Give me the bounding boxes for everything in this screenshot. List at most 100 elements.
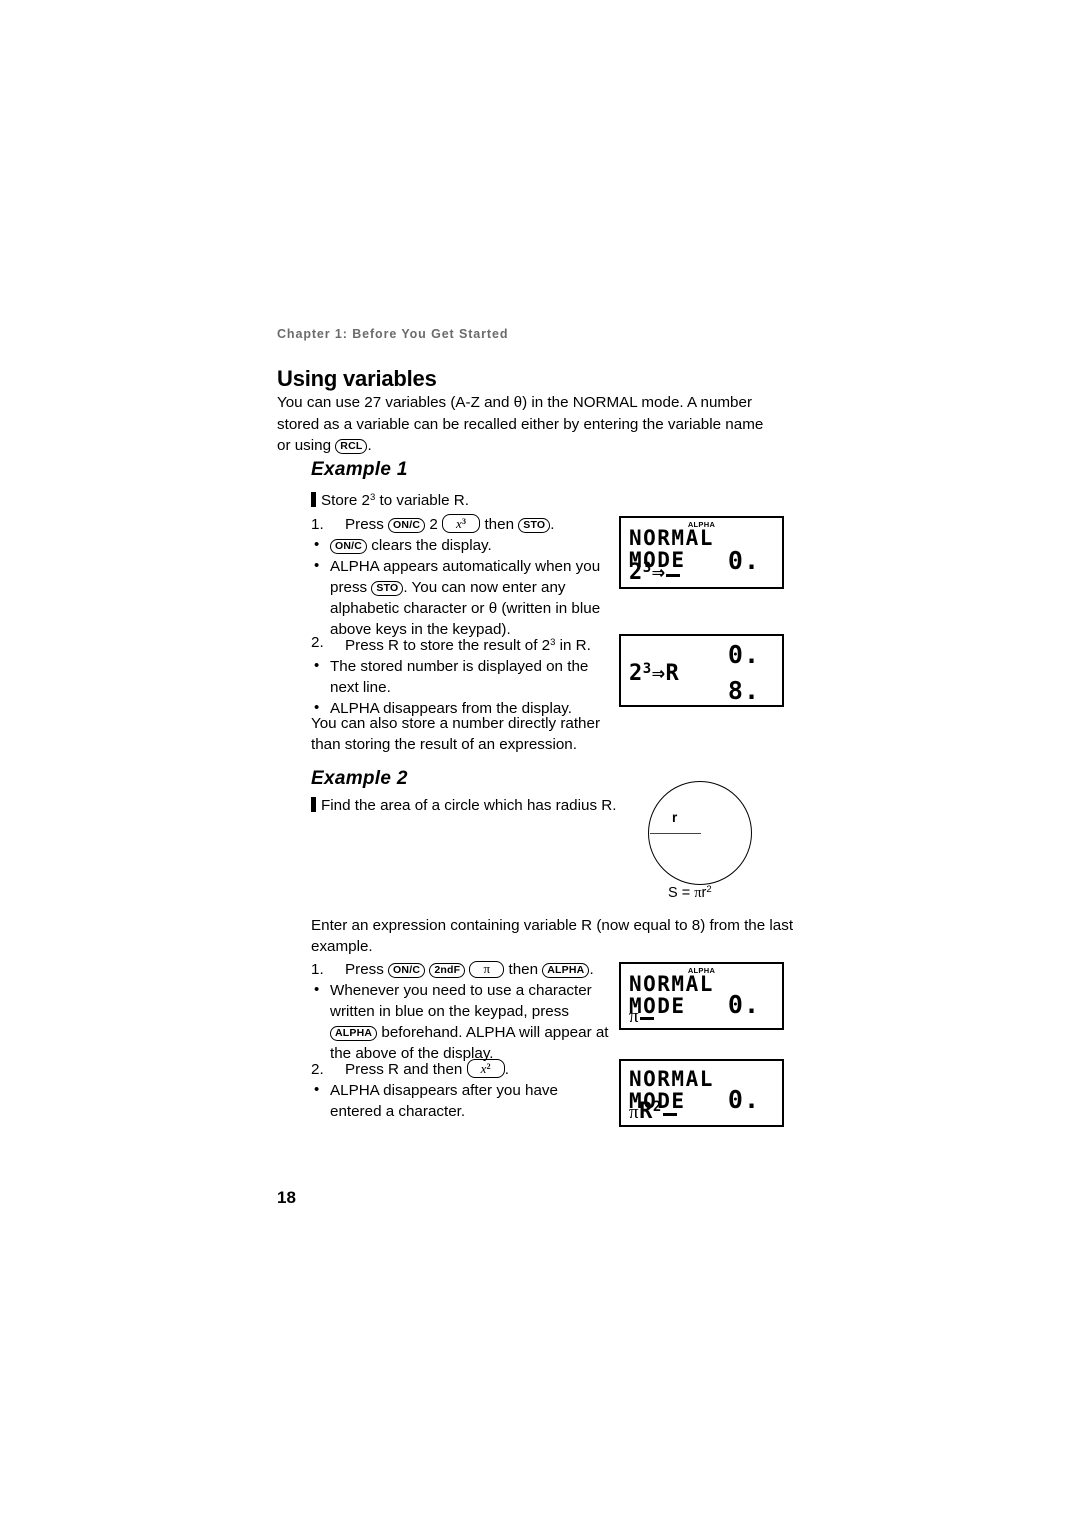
key-x-cubed: x3 — [442, 514, 481, 533]
radius-label: r — [672, 810, 678, 825]
step-2-number: 2. — [311, 634, 324, 651]
step-2-post: in R. — [555, 637, 591, 654]
entry-exponent: 3 — [642, 560, 652, 576]
key-2ndf: 2ndF — [429, 963, 466, 978]
display-value-top: 0. — [727, 990, 760, 1019]
entry-target: R — [665, 661, 680, 686]
example-2-task: Find the area of a circle which has radi… — [311, 795, 616, 816]
step-2-pre: Press R to store the result of 2 — [345, 637, 551, 654]
bullet-5-pre: Whenever you need to use a character wri… — [330, 982, 592, 1020]
bullet-6-text: ALPHA disappears after you have entered … — [330, 1082, 558, 1120]
calculator-display-1: ALPHA NORMAL MODE 0. 23⇒ — [619, 516, 784, 589]
key-x-squared: x2 — [466, 1059, 505, 1078]
formula-exponent: 2 — [706, 884, 712, 895]
display-value-bottom: 8. — [727, 676, 760, 705]
bullet-3: • The stored number is displayed on the n… — [311, 656, 611, 698]
task-marker-icon — [311, 492, 316, 507]
entry-exponent: 2 — [652, 1099, 662, 1115]
manual-page: Chapter 1: Before You Get Started Using … — [0, 0, 1080, 1528]
area-formula: S = πr2 — [668, 884, 712, 902]
display-cursor — [662, 1113, 677, 1116]
entry-base: 2 — [629, 560, 643, 585]
bullet-1-text: clears the display. — [371, 537, 492, 554]
page-title: Using variables — [277, 366, 437, 391]
bullet-6: • ALPHA disappears after you have entered… — [311, 1080, 611, 1122]
calculator-display-4: NORMAL MODE 0. πR2 — [619, 1059, 784, 1127]
example-2-intro: Enter an expression containing variable … — [311, 917, 794, 955]
step-4-end: . — [504, 1061, 509, 1078]
bullet-dot-icon: • — [314, 657, 320, 674]
example-1-task: Store 23 to variable R. — [311, 487, 469, 511]
example-1-title: Example 1 — [311, 459, 408, 480]
step-1-end: . — [550, 516, 555, 533]
entry-base: π — [629, 1006, 640, 1027]
bullet-dot-icon: • — [314, 1081, 320, 1098]
bullet-5: • Whenever you need to use a character wr… — [311, 980, 611, 1064]
step-2: 2. Press R to store the result of 23 in R… — [311, 632, 611, 656]
page-number: 18 — [277, 1188, 296, 1207]
example-2-steps: 1. Press ON/C 2ndF π then ALPHA. • Wheneve… — [311, 959, 611, 1064]
display-cursor — [666, 574, 681, 577]
key-onc-3: ON/C — [388, 963, 426, 978]
display-entry-line: 23⇒ — [629, 560, 681, 585]
chapter-header: Chapter 1: Before You Get Started — [277, 327, 509, 341]
bullet-3-text: The stored number is displayed on the ne… — [330, 658, 589, 696]
calculator-display-2: 0. 23⇒R 8. — [619, 634, 784, 707]
entry-base: πR — [629, 1099, 653, 1124]
step-1: 1. Press ON/C 2 x3 then STO. — [311, 514, 611, 535]
display-value-top: 0. — [727, 640, 760, 669]
step-1-number: 1. — [311, 516, 324, 533]
key-onc: ON/C — [388, 518, 426, 533]
key-pi: π — [469, 961, 505, 978]
circle-diagram: r S = πr2 — [646, 781, 766, 906]
example-1-steps-2: 2. Press R to store the result of 23 in R… — [311, 632, 611, 719]
entry-arrow-icon: ⇒ — [651, 560, 666, 585]
example-2-steps-2: 2. Press R and then x2. • ALPHA disappears… — [311, 1059, 611, 1122]
intro-paragraph: You can use 27 variables (A-Z and θ) in … — [277, 392, 777, 457]
task-marker-icon — [311, 797, 316, 812]
bullet-dot-icon: • — [314, 557, 320, 574]
task-text-pre: Store 2 — [321, 492, 370, 509]
step-4-pre: Press R and then — [345, 1061, 467, 1078]
bullet-1: • ON/C clears the display. — [311, 535, 611, 556]
formula-pi: π — [694, 885, 702, 901]
radius-line — [650, 833, 701, 834]
entry-pi: π — [629, 1102, 640, 1123]
key-onc-2: ON/C — [330, 539, 368, 554]
bullet-dot-icon: • — [314, 536, 320, 553]
example-2-task-text: Find the area of a circle which has radi… — [321, 797, 617, 814]
step-1-mid: 2 — [429, 516, 438, 533]
display-entry-line: πR2 — [629, 1099, 677, 1124]
step-3-number: 1. — [311, 961, 324, 978]
example-1-closing: You can also store a number directly rat… — [311, 715, 600, 753]
intro-period: . — [367, 437, 372, 454]
key-alpha: ALPHA — [542, 963, 590, 978]
entry-base: 2 — [629, 661, 643, 686]
bullet-dot-icon: • — [314, 981, 320, 998]
step-4-number: 2. — [311, 1061, 324, 1078]
display-entry-line: 23⇒R — [629, 661, 679, 686]
step-3: 1. Press ON/C 2ndF π then ALPHA. — [311, 959, 611, 980]
example-1-steps: 1. Press ON/C 2 x3 then STO. • ON/C clears… — [311, 514, 611, 640]
step-3-end: . — [589, 961, 594, 978]
key-sto: STO — [518, 518, 551, 533]
entry-arrow-icon: ⇒ — [651, 661, 666, 686]
display-value-top: 0. — [727, 1085, 760, 1114]
key-sto-2: STO — [371, 581, 404, 596]
step-1-pre: Press — [345, 516, 389, 533]
entry-exponent: 3 — [642, 661, 652, 677]
step-4: 2. Press R and then x2. — [311, 1059, 611, 1080]
step-3-pre: Press — [345, 961, 389, 978]
formula-prefix: S = — [668, 885, 695, 901]
step-3-then: then — [508, 961, 539, 978]
key-alpha-2: ALPHA — [330, 1026, 378, 1041]
bullet-2: • ALPHA appears automatically when you pr… — [311, 556, 611, 640]
display-value-top: 0. — [727, 546, 760, 575]
step-1-then: then — [484, 516, 515, 533]
calculator-display-3: ALPHA NORMAL MODE 0. π — [619, 962, 784, 1030]
display-cursor — [640, 1017, 655, 1020]
task-text-post: to variable R. — [375, 492, 469, 509]
display-entry-line: π — [629, 1003, 655, 1028]
example-2-title: Example 2 — [311, 768, 408, 789]
key-rcl: RCL — [335, 439, 368, 454]
